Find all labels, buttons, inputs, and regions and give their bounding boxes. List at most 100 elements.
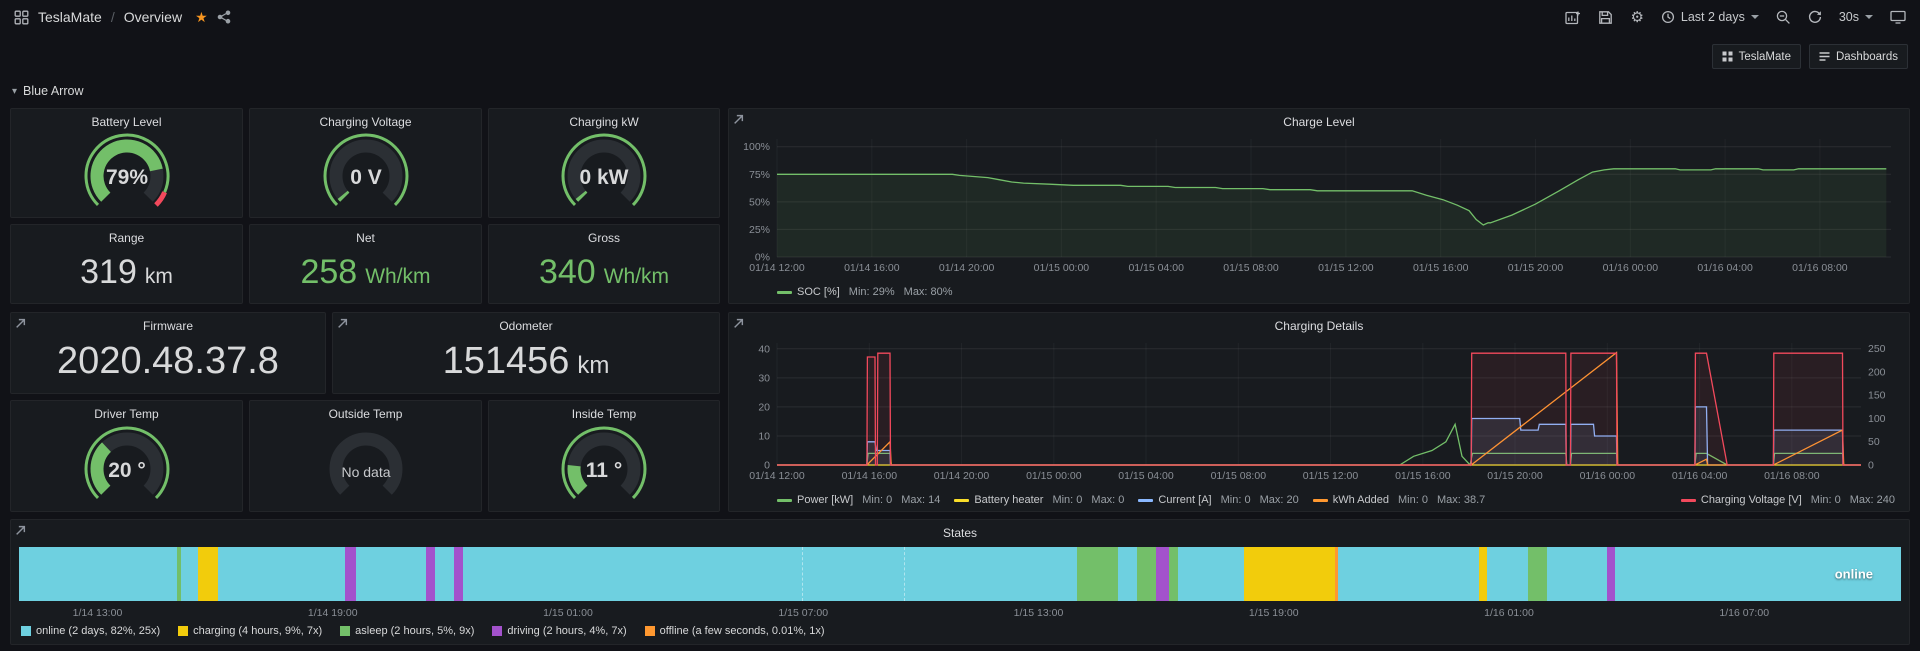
link-teslamate[interactable]: TeslaMate (1711, 44, 1801, 69)
state-segment-driving[interactable] (453, 547, 464, 601)
state-legend-label: online (2 days, 82%, 25x) (36, 625, 161, 637)
save-dashboard-icon[interactable] (1598, 10, 1613, 25)
legend-item[interactable]: Battery heater Min: 0 Max: 0 (954, 494, 1124, 506)
panel-title[interactable]: Outside Temp (250, 407, 481, 421)
state-segment-driving[interactable] (1607, 547, 1615, 601)
state-segment-online[interactable] (180, 547, 198, 601)
panel-title[interactable]: Charging Details (729, 319, 1909, 333)
state-color-swatch (644, 626, 655, 636)
panel-charging-details: Charging Details 01/14 12:00 01/14 16:00 0… (728, 312, 1910, 512)
legend-item[interactable]: Power [kW] Min: 0 Max: 14 (777, 494, 940, 506)
charging-details-chart[interactable]: 01/14 12:00 01/14 16:00 01/14 20:00 01/15 0… (733, 337, 1905, 485)
battery-level-gauge: 79% (11, 129, 242, 215)
state-segment-online[interactable] (463, 547, 1077, 601)
row-header-blue-arrow[interactable]: ▾ Blue Arrow (12, 84, 83, 98)
states-legend-item[interactable]: asleep (2 hours, 5%, 9x) (340, 625, 474, 637)
svg-text:01/16 08:00: 01/16 08:00 (1792, 262, 1848, 274)
x-tick-label: 1/16 07:00 (1719, 607, 1770, 619)
panel-title[interactable]: Inside Temp (489, 407, 719, 421)
svg-text:50: 50 (1868, 436, 1880, 448)
panel-title[interactable]: Battery Level (11, 115, 242, 129)
state-segment-online[interactable] (355, 547, 426, 601)
refresh-interval-picker[interactable]: 30s (1839, 10, 1873, 24)
svg-text:01/15 16:00: 01/15 16:00 (1395, 470, 1451, 482)
state-separator (801, 547, 803, 601)
inside-temp-gauge: 11 ° (489, 421, 719, 509)
state-segment-online[interactable] (434, 547, 454, 601)
charge-level-chart[interactable]: 01/14 12:00 01/14 16:00 01/14 20:00 01/15 0… (733, 133, 1905, 277)
cycle-view-mode-icon[interactable] (1890, 10, 1906, 24)
share-icon[interactable] (217, 10, 231, 24)
state-segment-asleep[interactable] (1168, 547, 1179, 601)
state-segment-charging[interactable] (1244, 547, 1335, 601)
link-dashboards[interactable]: Dashboards (1808, 44, 1908, 69)
state-segment-online[interactable] (19, 547, 178, 601)
clock-icon (1661, 10, 1675, 24)
refresh-interval-label: 30s (1838, 10, 1859, 24)
breadcrumb-root[interactable]: TeslaMate (38, 9, 102, 25)
state-segment-asleep[interactable] (1076, 547, 1119, 601)
panel-outside-temp: Outside Temp No data (249, 400, 482, 512)
refresh-button[interactable] (1808, 10, 1822, 24)
svg-text:01/15 16:00: 01/15 16:00 (1413, 262, 1469, 274)
state-segment-charging[interactable] (1479, 547, 1487, 601)
state-segment-online[interactable] (218, 547, 345, 601)
state-segment-driving[interactable] (425, 547, 435, 601)
state-segment-driving[interactable] (344, 547, 356, 601)
breadcrumb-current[interactable]: Overview (124, 9, 182, 25)
svg-text:0 V: 0 V (350, 166, 382, 189)
charging-kw-gauge: 0 kW (489, 129, 719, 215)
series-max: Max: 38.7 (1436, 494, 1486, 506)
legend-item[interactable]: SOC [%] Min: 29% Max: 80% (777, 286, 953, 298)
states-legend-item[interactable]: charging (4 hours, 9%, 7x) (178, 625, 322, 637)
chevron-down-icon (1865, 15, 1873, 19)
state-legend-label: charging (4 hours, 9%, 7x) (193, 625, 323, 637)
series-max: Max: 20 (1259, 494, 1299, 506)
states-legend-item[interactable]: driving (2 hours, 4%, 7x) (492, 625, 627, 637)
state-segment-online[interactable] (1178, 547, 1245, 601)
state-color-swatch (178, 626, 189, 636)
x-tick-label: 1/14 19:00 (307, 607, 358, 619)
charge-level-legend: SOC [%] Min: 29% Max: 80% (777, 286, 1895, 298)
panel-title[interactable]: Charging kW (489, 115, 719, 129)
svg-text:01/14 12:00: 01/14 12:00 (749, 470, 805, 482)
panel-title[interactable]: Driver Temp (11, 407, 242, 421)
state-segment-online[interactable] (1547, 547, 1608, 601)
odometer-value: 151456 (442, 339, 570, 382)
legend-item[interactable]: Charging Voltage [V] Min: 0 Max: 240 (1680, 494, 1895, 506)
series-min: Min: 29% (848, 286, 895, 298)
state-segment-online[interactable] (1118, 547, 1137, 601)
apps-grid-icon[interactable] (14, 10, 29, 25)
zoom-out-icon[interactable] (1776, 10, 1791, 25)
time-range-picker[interactable]: Last 2 days (1661, 10, 1759, 24)
state-segment-online[interactable] (1338, 547, 1480, 601)
series-name: kWh Added (1332, 494, 1389, 506)
x-tick-label: 1/16 01:00 (1484, 607, 1534, 619)
row-title: Blue Arrow (23, 84, 84, 98)
series-name: Battery heater (974, 494, 1044, 506)
states-legend-item[interactable]: online (2 days, 82%, 25x) (21, 625, 160, 637)
state-segment-asleep[interactable] (1528, 547, 1548, 601)
panel-driver-temp: Driver Temp 20 ° (10, 400, 243, 512)
states-timeline-bar[interactable]: online (19, 547, 1901, 601)
legend-item[interactable]: kWh Added Min: 0 Max: 38.7 (1312, 494, 1486, 506)
dashboard-links: TeslaMate Dashboards (1711, 44, 1908, 69)
gross-unit: Wh/km (603, 264, 670, 288)
svg-text:01/14 16:00: 01/14 16:00 (842, 470, 898, 482)
states-legend-item[interactable]: offline (a few seconds, 0.01%, 1x) (644, 625, 825, 637)
series-color-swatch (954, 498, 970, 502)
favorite-star-icon[interactable]: ★ (195, 9, 208, 26)
state-segment-driving[interactable] (1155, 547, 1169, 601)
state-segment-online[interactable] (1486, 547, 1529, 601)
state-segment-asleep[interactable] (1136, 547, 1156, 601)
legend-item[interactable]: Current [A] Min: 0 Max: 20 (1138, 494, 1299, 506)
add-panel-icon[interactable] (1565, 10, 1581, 25)
panel-title[interactable]: Charge Level (729, 115, 1909, 129)
x-tick-label: 1/15 01:00 (543, 607, 593, 619)
svg-text:75%: 75% (749, 169, 770, 181)
panel-title[interactable]: Charging Voltage (250, 115, 481, 129)
series-min: Min: 0 (862, 494, 893, 506)
panel-title[interactable]: States (11, 526, 1909, 540)
dashboard-settings-icon[interactable]: ⚙ (1630, 10, 1643, 25)
state-segment-charging[interactable] (197, 547, 219, 601)
